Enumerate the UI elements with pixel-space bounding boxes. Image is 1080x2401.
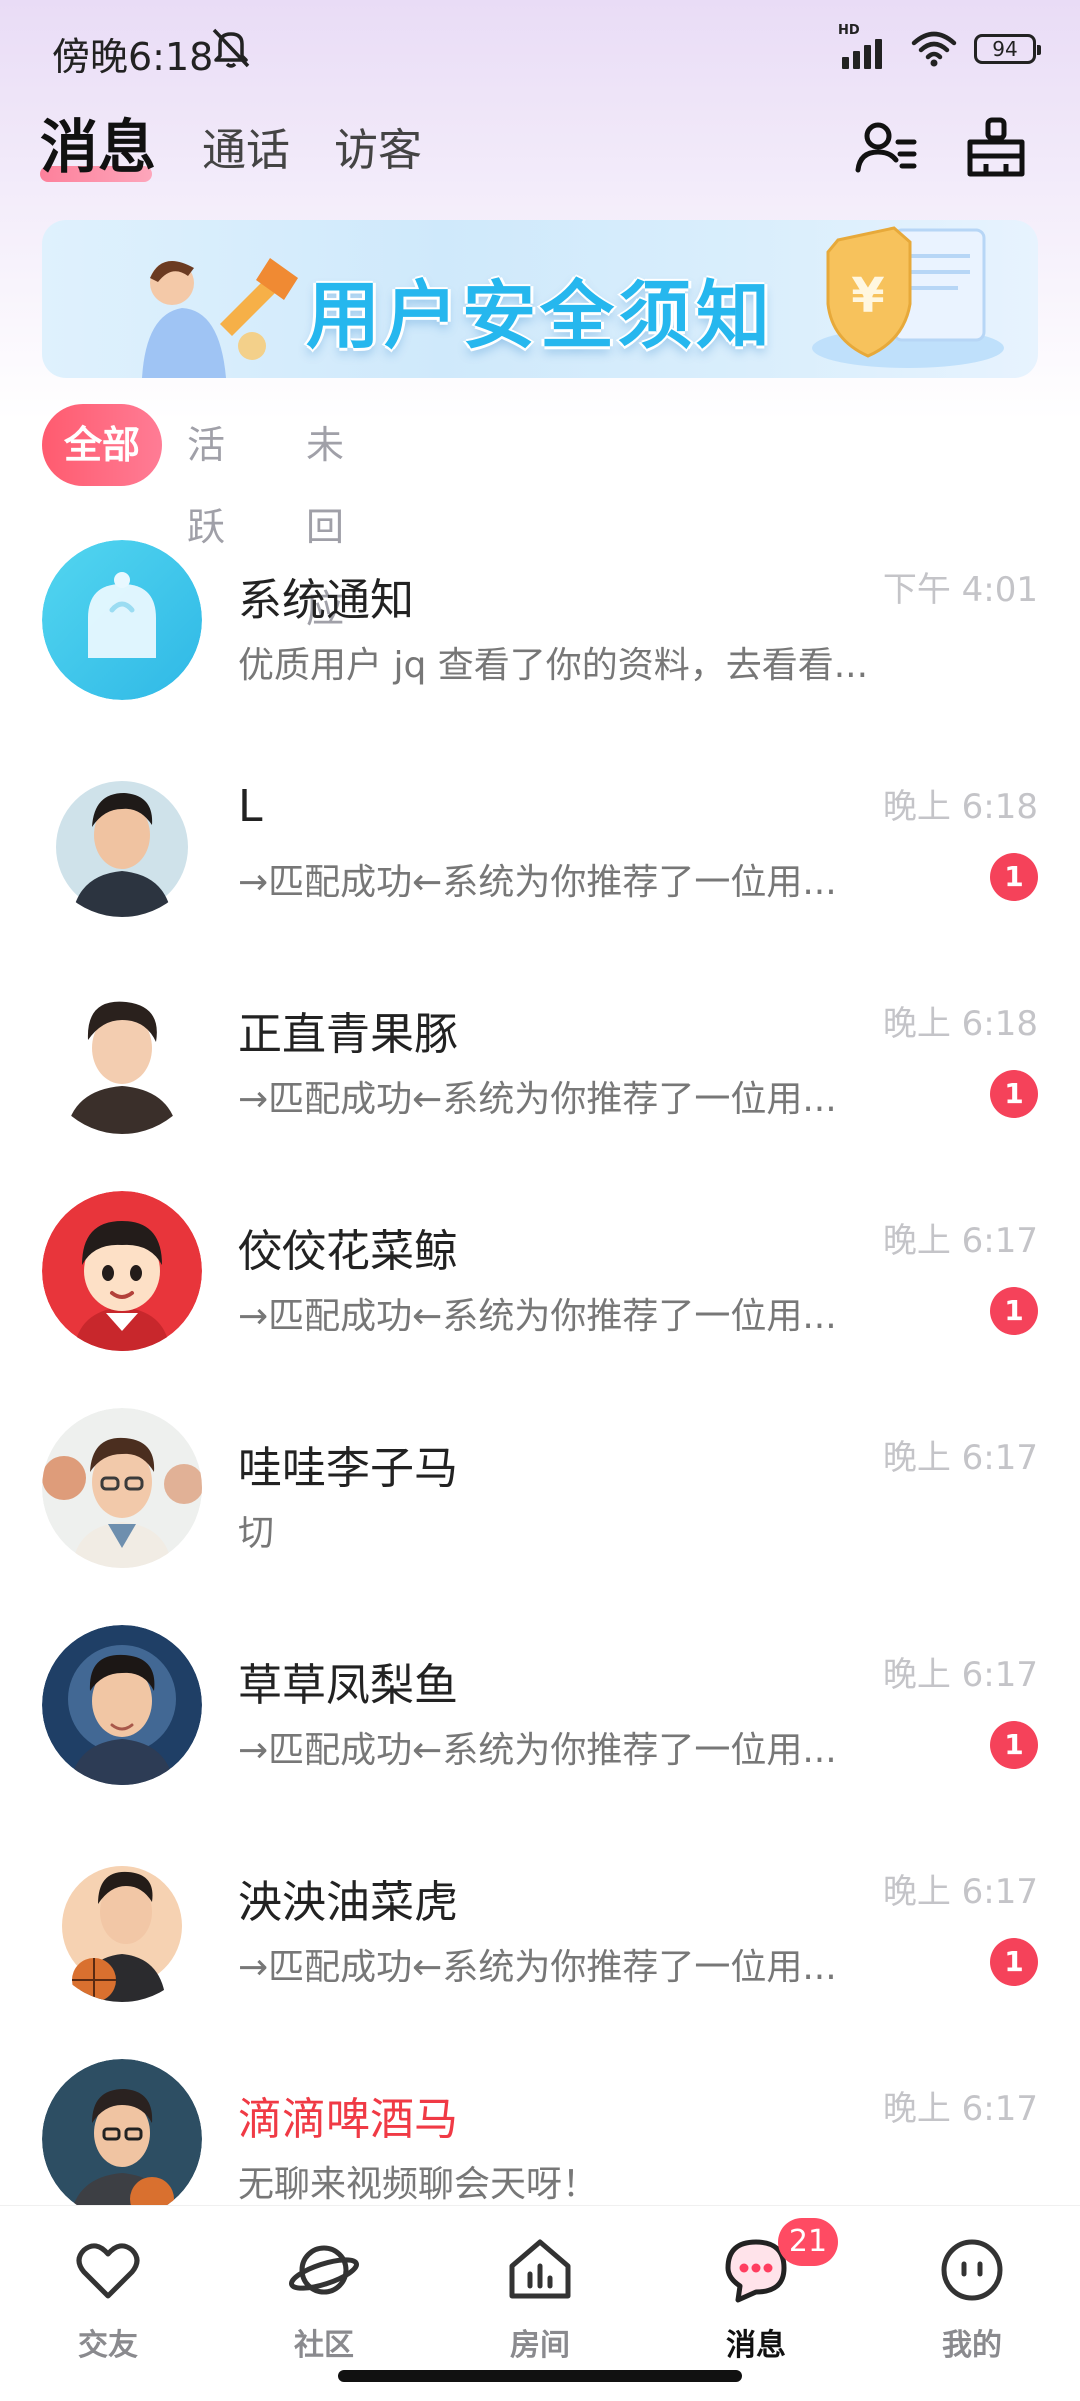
unread-badge: 1 — [990, 853, 1038, 901]
conversation-row-system[interactable]: 系统通知 优质用户 jq 查看了你的资料，去看看... 下午 4:01 — [0, 540, 1080, 757]
conversation-name: L — [238, 781, 263, 832]
face-icon — [941, 2239, 1003, 2301]
conversation-preview: →匹配成功←系统为你推荐了一位用... — [238, 862, 837, 903]
nav-make-friends[interactable]: 交友 — [0, 2226, 216, 2366]
unread-badge: 1 — [990, 1070, 1038, 1118]
user-avatar — [42, 1625, 202, 1785]
battery-level: 94 — [992, 37, 1018, 61]
conversation-time: 晚上 6:18 — [882, 787, 1038, 827]
conversation-time: 晚上 6:17 — [882, 1221, 1038, 1261]
conversation-name: 草草凤梨鱼 — [238, 1660, 458, 1711]
nav-messages[interactable]: 21 消息 — [648, 2218, 864, 2366]
unread-badge: 1 — [990, 1287, 1038, 1335]
tab-visitors[interactable]: 访客 — [334, 114, 422, 178]
tab-calls[interactable]: 通话 — [202, 114, 290, 178]
status-time: 傍晚6:18 — [52, 35, 214, 79]
wifi-icon — [911, 31, 957, 67]
network-type: HD — [838, 23, 860, 38]
status-bar: 傍晚6:18 HD 94 — [0, 0, 1080, 98]
user-avatar — [42, 1191, 202, 1351]
filter-no-reply[interactable]: 未回应 — [306, 404, 344, 631]
conversation-time: 晚上 6:17 — [882, 1655, 1038, 1695]
friends-list-icon[interactable] — [850, 112, 922, 184]
mute-bell-icon — [212, 28, 250, 68]
conversation-name: 滴滴啤酒马 — [238, 2094, 458, 2145]
conversation-name: 哇哇李子马 — [238, 1443, 458, 1494]
status-icons: HD 94 — [838, 23, 1041, 72]
conversation-time: 下午 4:01 — [882, 570, 1038, 610]
conversation-name: 佼佼花菜鲸 — [238, 1226, 458, 1277]
conversation-preview: →匹配成功←系统为你推荐了一位用... — [238, 1730, 837, 1771]
conversation-time: 晚上 6:17 — [882, 2089, 1038, 2129]
filter-active[interactable]: 活跃 — [187, 404, 225, 549]
conversation-preview: →匹配成功←系统为你推荐了一位用... — [238, 1947, 837, 1988]
signal-icon: HD — [838, 23, 894, 69]
unread-badge: 1 — [990, 1721, 1038, 1769]
nav-label: 社区 — [294, 2328, 354, 2363]
safety-notice-banner[interactable]: 用户安全须知 ¥ — [42, 220, 1038, 378]
user-avatar — [42, 2059, 202, 2219]
tab-messages[interactable]: 消息 — [40, 100, 156, 184]
conversation-name: 系统通知 — [238, 575, 414, 626]
battery-indicator: 94 — [974, 34, 1041, 64]
conversation-preview: →匹配成功←系统为你推荐了一位用... — [238, 1079, 837, 1120]
conversation-row[interactable]: L →匹配成功←系统为你推荐了一位用... 晚上 6:18 1 — [0, 757, 1080, 974]
heart-icon — [76, 2243, 140, 2299]
conversation-row[interactable]: 草草凤梨鱼 →匹配成功←系统为你推荐了一位用... 晚上 6:17 1 — [0, 1625, 1080, 1842]
conversation-preview: 无聊来视频聊会天呀！ — [238, 2164, 599, 2205]
planet-icon — [289, 2245, 359, 2295]
nav-label: 交友 — [78, 2328, 138, 2363]
conversation-row[interactable]: 正直青果豚 →匹配成功←系统为你推荐了一位用... 晚上 6:18 1 — [0, 974, 1080, 1191]
conversation-time: 晚上 6:18 — [882, 1004, 1038, 1044]
nav-label: 消息 — [726, 2328, 786, 2363]
conversation-preview: →匹配成功←系统为你推荐了一位用... — [238, 1296, 837, 1337]
conversation-name: 泱泱油菜虎 — [238, 1877, 458, 1928]
user-avatar — [42, 757, 202, 917]
user-avatar — [42, 1842, 202, 2002]
unread-badge: 1 — [990, 1938, 1038, 1986]
messages-unread-badge: 21 — [778, 2218, 838, 2266]
system-bell-avatar — [42, 540, 202, 700]
house-chart-icon — [509, 2239, 571, 2299]
header: 消息 通话 访客 — [0, 98, 1080, 208]
conversation-row[interactable]: 佼佼花菜鲸 →匹配成功←系统为你推荐了一位用... 晚上 6:17 1 — [0, 1191, 1080, 1408]
clean-broom-icon[interactable] — [960, 112, 1032, 184]
user-avatar — [42, 974, 202, 1134]
conversation-name: 正直青果豚 — [238, 1009, 458, 1060]
conversation-row[interactable]: 哇哇李子马 切 晚上 6:17 — [0, 1408, 1080, 1625]
nav-community[interactable]: 社区 — [216, 2226, 432, 2366]
filter-all[interactable]: 全部 — [42, 404, 162, 486]
home-indicator[interactable] — [338, 2370, 742, 2382]
nav-label: 我的 — [942, 2328, 1002, 2363]
conversation-preview: 切 — [238, 1513, 275, 1554]
conversation-preview: 优质用户 jq 查看了你的资料，去看看... — [238, 645, 869, 686]
conversation-row[interactable]: 泱泱油菜虎 →匹配成功←系统为你推荐了一位用... 晚上 6:17 1 — [0, 1842, 1080, 2059]
conversation-time: 晚上 6:17 — [882, 1872, 1038, 1912]
svg-text:¥: ¥ — [851, 268, 884, 324]
nav-rooms[interactable]: 房间 — [432, 2226, 648, 2366]
nav-profile[interactable]: 我的 — [864, 2226, 1080, 2366]
nav-label: 房间 — [510, 2328, 570, 2363]
user-avatar — [42, 1408, 202, 1568]
conversation-time: 晚上 6:17 — [882, 1438, 1038, 1478]
banner-shield-illustration: ¥ — [812, 226, 1004, 368]
